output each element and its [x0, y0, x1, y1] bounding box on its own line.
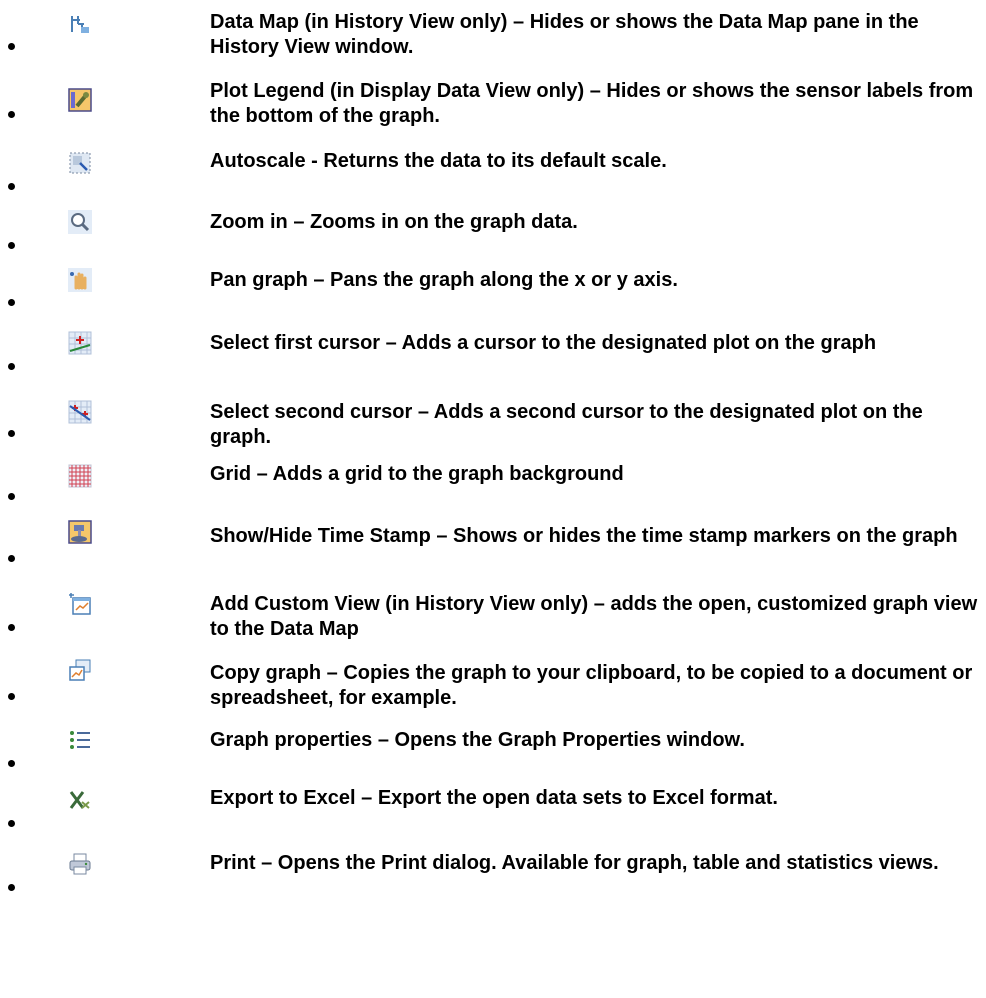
- item-description: Graph properties – Opens the Graph Prope…: [210, 729, 745, 751]
- bullet: [8, 363, 15, 370]
- item-description: Grid – Adds a grid to the graph backgrou…: [210, 463, 624, 485]
- bullet: [8, 693, 15, 700]
- bullet: [8, 299, 15, 306]
- item-description: Select second cursor – Adds a second cur…: [210, 401, 923, 448]
- autoscale-icon: [68, 151, 92, 175]
- time-stamp-icon: [68, 520, 92, 544]
- second-cursor-icon: [68, 400, 92, 424]
- bullet: [8, 242, 15, 249]
- item-description: Show/Hide Time Stamp – Shows or hides th…: [210, 525, 958, 547]
- bullet: [8, 555, 15, 562]
- bullet: [8, 493, 15, 500]
- pan-hand-icon: [68, 268, 92, 292]
- item-description: Zoom in – Zooms in on the graph data.: [210, 211, 578, 233]
- export-excel-icon: [68, 788, 92, 812]
- bullet: [8, 43, 15, 50]
- bullet: [8, 884, 15, 891]
- bullet: [8, 183, 15, 190]
- first-cursor-icon: [68, 331, 92, 355]
- data-map-icon: [68, 12, 92, 36]
- zoom-in-icon: [68, 210, 92, 234]
- print-icon: [68, 852, 92, 876]
- grid-icon: [68, 464, 92, 488]
- bullet: [8, 430, 15, 437]
- bullet: [8, 820, 15, 827]
- bullet: [8, 760, 15, 767]
- copy-graph-icon: [68, 658, 92, 682]
- item-description: Data Map (in History View only) – Hides …: [210, 11, 919, 58]
- item-description: Print – Opens the Print dialog. Availabl…: [210, 852, 939, 874]
- item-description: Pan graph – Pans the graph along the x o…: [210, 269, 678, 291]
- item-description: Select first cursor – Adds a cursor to t…: [210, 332, 877, 354]
- plot-legend-icon: [68, 88, 92, 112]
- item-description: Plot Legend (in Display Data View only) …: [210, 80, 974, 127]
- item-description: Add Custom View (in History View only) –…: [210, 593, 978, 640]
- item-description: Export to Excel – Export the open data s…: [210, 787, 778, 809]
- item-description: Autoscale - Returns the data to its defa…: [210, 150, 667, 172]
- bullet: [8, 111, 15, 118]
- item-description: Copy graph – Copies the graph to your cl…: [210, 662, 973, 709]
- graph-properties-icon: [68, 728, 92, 752]
- add-custom-view-icon: [68, 592, 92, 616]
- bullet: [8, 624, 15, 631]
